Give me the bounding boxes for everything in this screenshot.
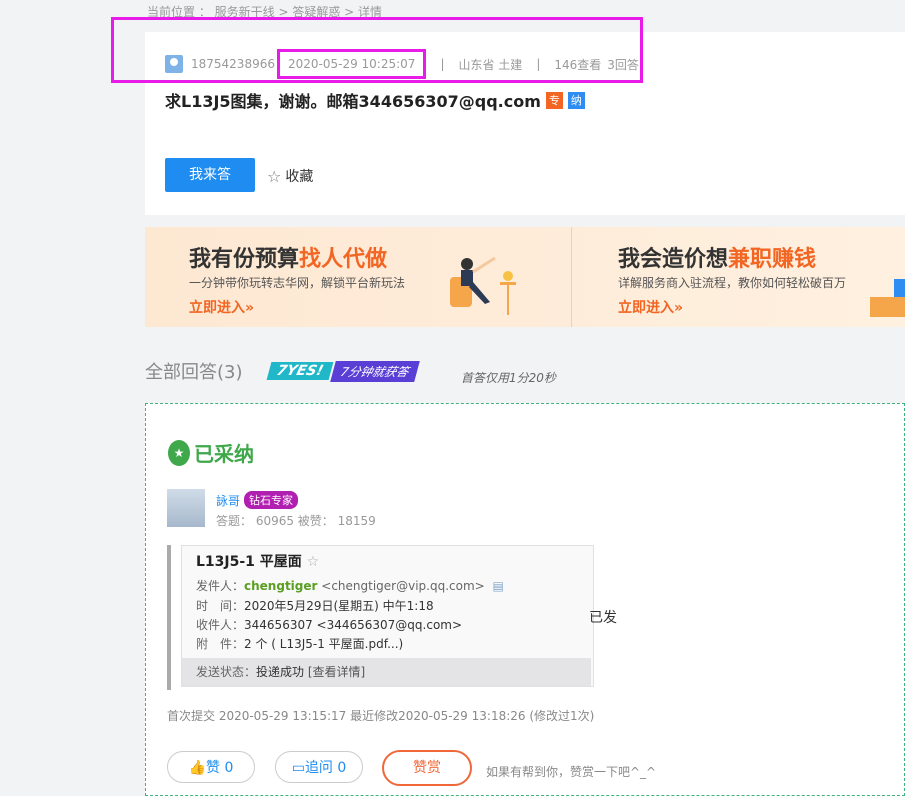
banner-left-title: 我有份预算找人代做 [189,241,387,273]
person-illustration [450,256,516,315]
star-icon: ☆ [306,554,320,570]
banner-right-subtitle: 详解服务商入驻流程，教你如何轻松破百万 [618,276,847,290]
accepted-answer-card: ★ 已采纳 詠哥 钻石专家 答题： 60965 被赞： 18159 L13J5-… [145,403,905,796]
mail-title: L13J5-1 平屋面 ☆ [196,554,320,570]
desk-illustration [870,279,905,317]
banner-right-enter-link[interactable]: 立即进入» [618,297,683,317]
tag-zhuan-icon: 专 [545,91,563,109]
promo-banner[interactable]: 我有份预算找人代做 一分钟带你玩转志华网，解锁平台新玩法 立即进入» 我会造价想… [145,227,905,327]
reward-hint: 如果有帮到你，赞赏一下吧^_^ [486,765,657,779]
fast-answer-note: 首答仅用1分20秒 [461,371,556,385]
star-icon: ☆ [267,166,282,186]
accepted-label: ★ 已采纳 [168,438,254,467]
mail-status-row: 发送状态：投递成功 [查看详情] [182,658,591,686]
reward-button[interactable]: 赞赏 [382,750,472,786]
favorite-label: 收藏 [285,169,314,185]
banner-right-title-a: 我会造价想 [618,247,729,272]
seven-yes-label: 7YES! [266,362,334,380]
seven-yes-badge: 7YES! 7分钟就获答 [266,360,420,382]
answerer-stats: 答题： 60965 被赞： 18159 [216,514,376,528]
expert-badge: 钻石专家 [244,491,299,509]
answerer-name-row: 詠哥 钻石专家 [216,491,299,509]
contact-card-icon: ▤ [492,579,504,593]
seven-yes-sub: 7分钟就获答 [330,360,420,382]
answer-button[interactable]: 我来答 [165,158,255,192]
highlight-box [111,17,643,83]
favorite-button[interactable]: ☆ 收藏 [267,166,313,186]
answer-text: 已发 [589,610,617,626]
followup-button[interactable]: ▭追问 0 [275,751,363,783]
tag-na-icon: 纳 [567,91,585,109]
banner-divider [571,227,572,327]
mail-attach-row: 附 件：2 个 ( L13J5-1 平屋面.pdf...) [196,637,404,651]
mail-to-row: 收件人：344656307 <344656307@qq.com> [196,618,463,632]
question-title: 求L13J5图集，谢谢。邮箱344656307@qq.com 专 纳 [165,88,585,112]
mail-time-row: 时 间：2020年5月29日(星期五) 中午1:18 [196,599,434,613]
banner-left-title-a: 我有份预算 [189,247,300,272]
accepted-text: 已采纳 [194,442,254,466]
mail-screenshot: L13J5-1 平屋面 ☆ 发件人：chengtiger <chengtiger… [167,545,594,690]
answerer-avatar[interactable] [167,489,205,527]
answer-times: 首次提交 2020-05-29 13:15:17 最近修改2020-05-29 … [167,709,595,723]
answerer-name[interactable]: 詠哥 [216,492,240,509]
banner-left-enter-link[interactable]: 立即进入» [189,297,254,317]
question-title-text: 求L13J5图集，谢谢。邮箱344656307@qq.com [165,92,541,111]
mail-content: L13J5-1 平屋面 ☆ 发件人：chengtiger <chengtiger… [181,545,594,687]
mail-from-row: 发件人：chengtiger <chengtiger@vip.qq.com> ▤ [196,579,504,593]
all-answers-title: 全部回答(3) [145,362,243,383]
thumbs-up-icon: 👍 [188,760,207,776]
banner-right-title-b: 兼职赚钱 [728,247,817,272]
chat-icon: ▭ [291,760,305,776]
like-button[interactable]: 👍赞 0 [167,751,255,783]
medal-icon: ★ [168,439,190,466]
banner-left-subtitle: 一分钟带你玩转志华网，解锁平台新玩法 [189,276,406,290]
banner-right-title: 我会造价想兼职赚钱 [618,241,816,273]
banner-left-title-b: 找人代做 [299,247,388,272]
